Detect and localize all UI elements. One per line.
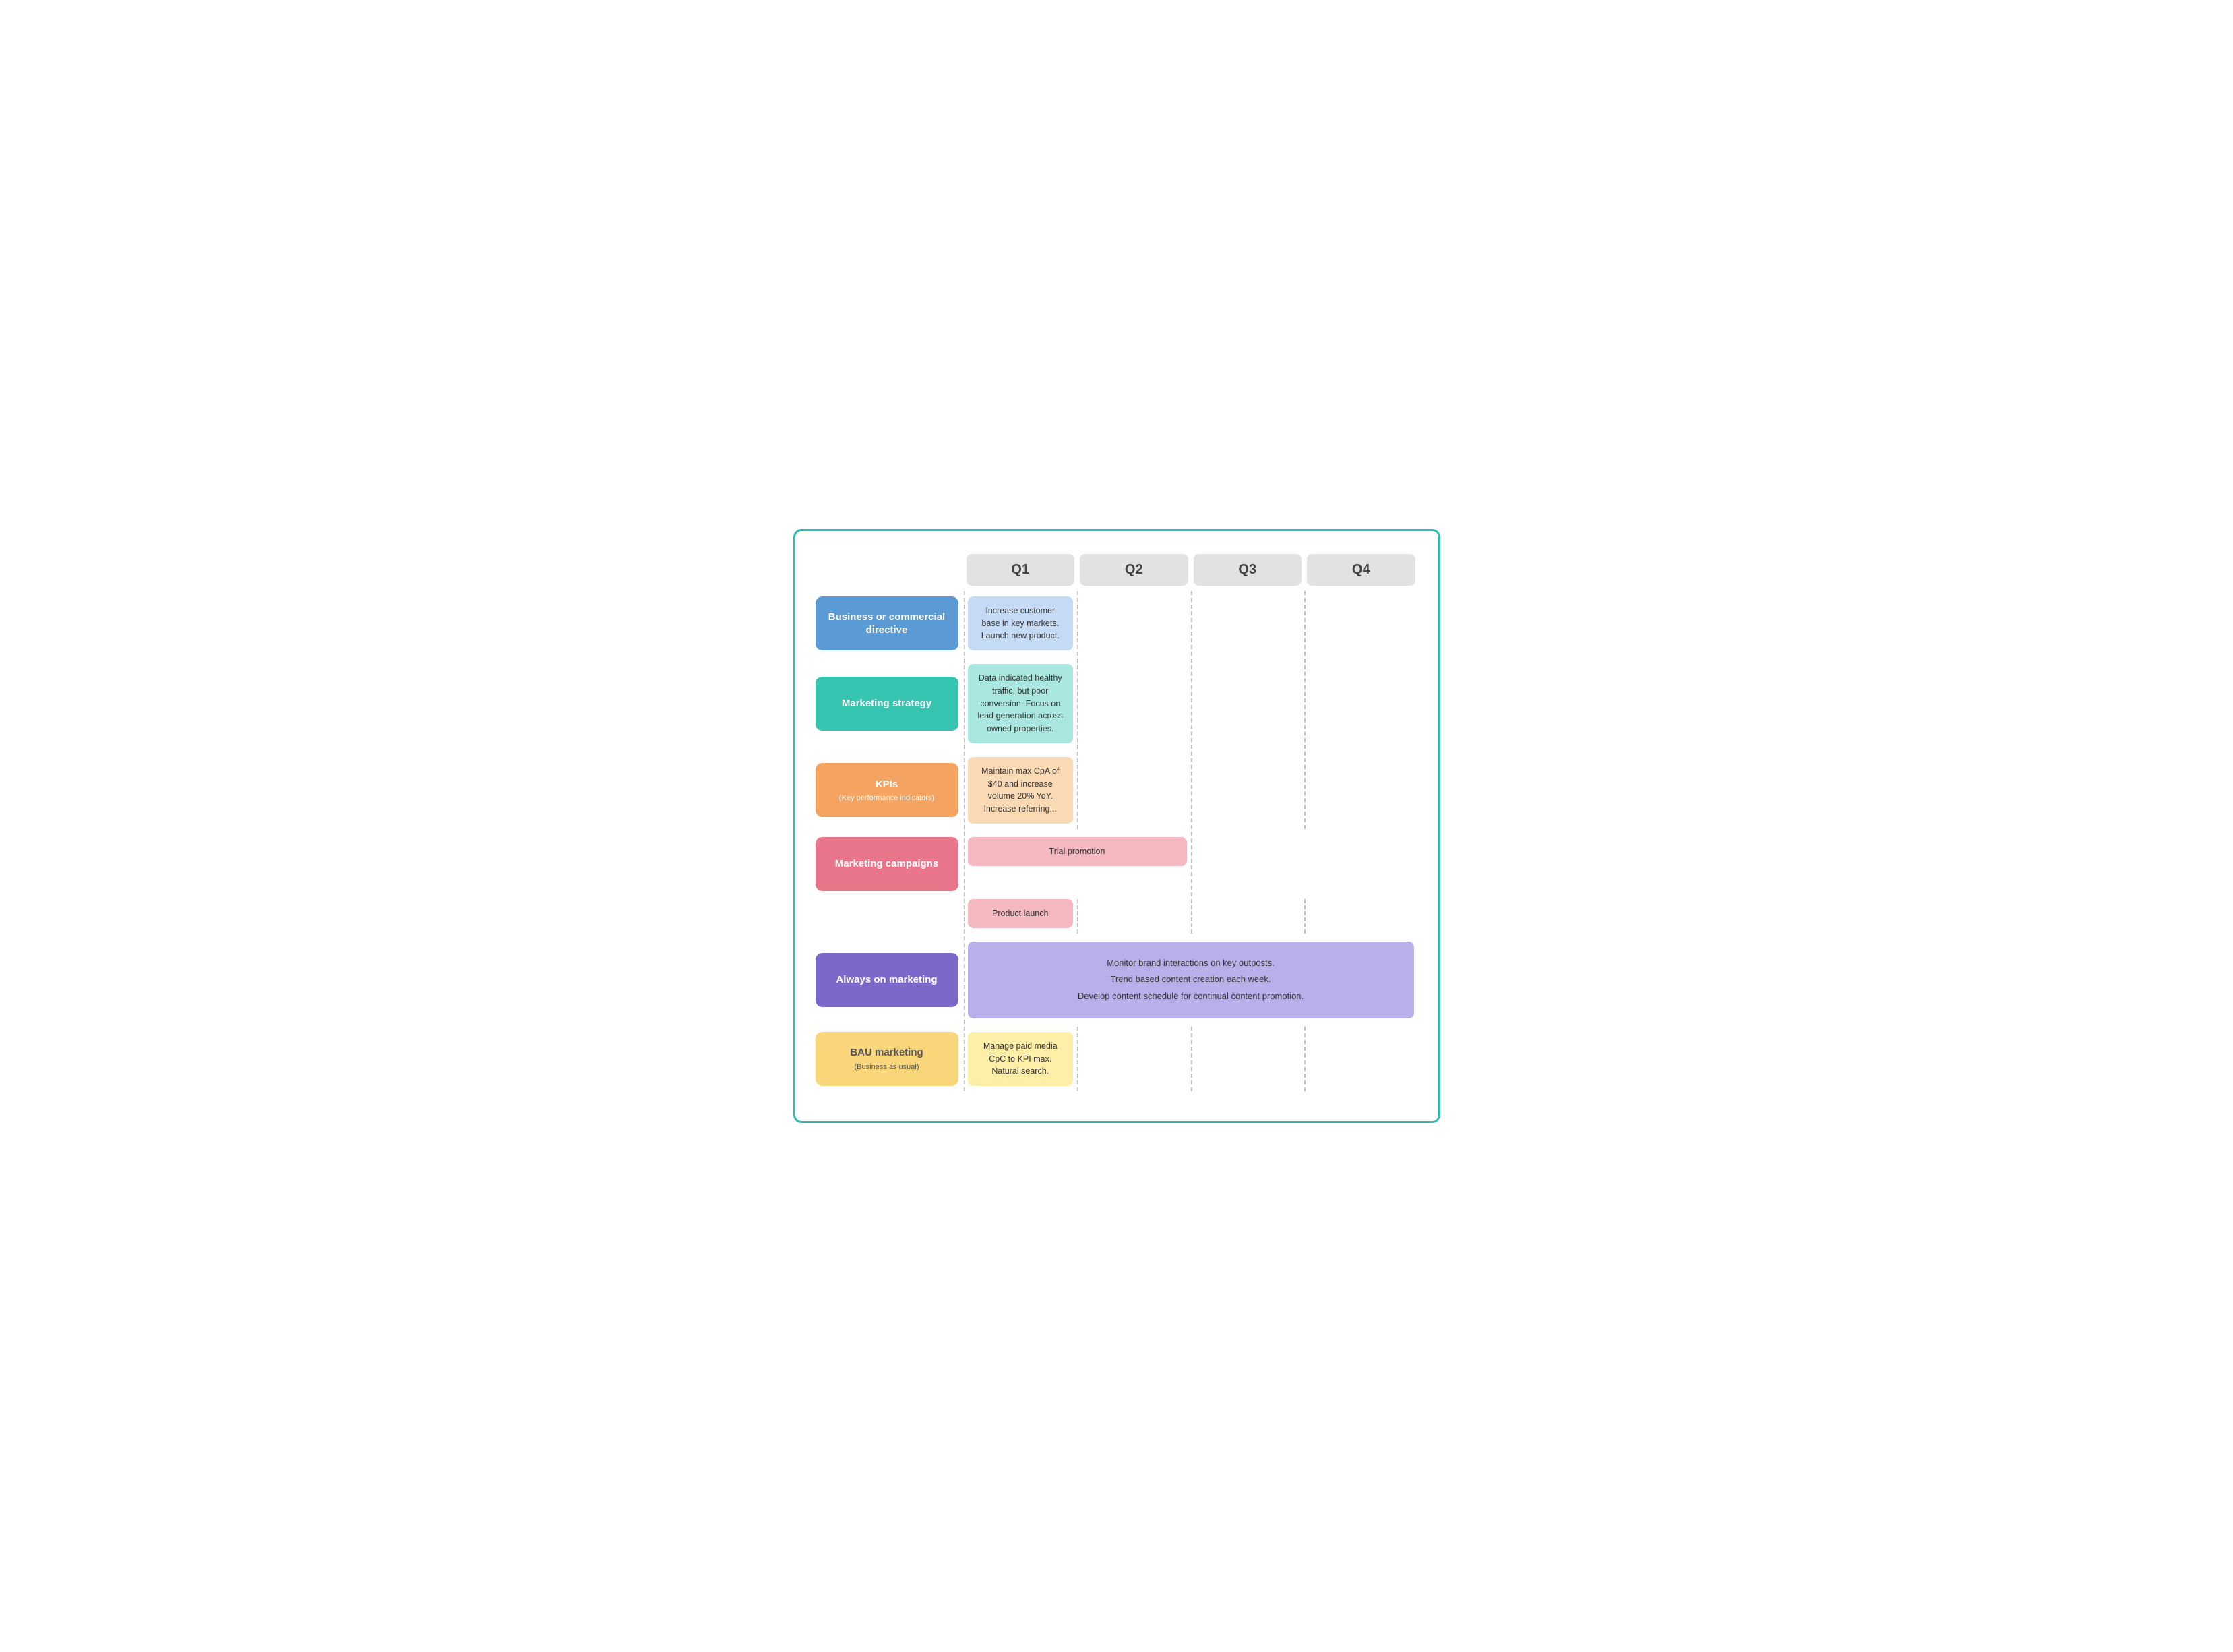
campaigns-product-area: Product launch	[964, 899, 1078, 934]
kpis-q4	[1304, 752, 1418, 829]
always-on-box: Monitor brand interactions on key outpos…	[968, 942, 1414, 1018]
bau-q4	[1304, 1027, 1418, 1091]
label-box-kpis: KPIs (Key performance indicators)	[816, 763, 958, 817]
label-always: Always on marketing	[816, 936, 964, 1024]
camp-q3-empty	[1191, 899, 1305, 934]
label-box-strategy: Marketing strategy	[816, 677, 958, 731]
kpis-q1: Maintain max CpA of $40 and increase vol…	[964, 752, 1078, 829]
bau-q2	[1077, 1027, 1191, 1091]
trial-promotion-box: Trial promotion	[968, 837, 1187, 866]
header-empty	[816, 551, 964, 591]
strategy-q1: Data indicated healthy traffic, but poor…	[964, 659, 1078, 749]
kpis-q1-box: Maintain max CpA of $40 and increase vol…	[968, 757, 1074, 824]
strategy-q1-box: Data indicated healthy traffic, but poor…	[968, 664, 1074, 743]
business-q1: Increase customer base in key markets. L…	[964, 591, 1078, 656]
always-content-area: Monitor brand interactions on key outpos…	[964, 936, 1418, 1024]
q3-header: Q3	[1194, 554, 1302, 586]
strategy-q3	[1191, 659, 1305, 749]
label-box-bau: BAU marketing (Business as usual)	[816, 1032, 958, 1086]
strategy-q4	[1304, 659, 1418, 749]
row-business: Business or commercial directive Increas…	[816, 591, 1418, 656]
label-bau: BAU marketing (Business as usual)	[816, 1027, 964, 1091]
label-kpis: KPIs (Key performance indicators)	[816, 752, 964, 829]
business-q1-box: Increase customer base in key markets. L…	[968, 596, 1074, 650]
camp-q4-empty	[1304, 899, 1418, 934]
bau-q1: Manage paid media CpC to KPI max. Natura…	[964, 1027, 1078, 1091]
product-launch-box: Product launch	[968, 899, 1074, 928]
bau-q1-box: Manage paid media CpC to KPI max. Natura…	[968, 1032, 1074, 1086]
business-q2	[1077, 591, 1191, 656]
campaigns-label-spacer	[816, 899, 964, 934]
label-box-business: Business or commercial directive	[816, 596, 958, 650]
header-row: Q1 Q2 Q3 Q4	[816, 551, 1418, 591]
kpis-q2	[1077, 752, 1191, 829]
row-strategy: Marketing strategy Data indicated health…	[816, 659, 1418, 749]
label-business: Business or commercial directive	[816, 591, 964, 656]
row-campaigns-product: Product launch	[816, 899, 1418, 934]
label-box-always: Always on marketing	[816, 953, 958, 1007]
label-box-campaigns: Marketing campaigns	[816, 837, 958, 891]
kpis-q3	[1191, 752, 1305, 829]
campaigns-empty	[1191, 832, 1418, 896]
business-q4	[1304, 591, 1418, 656]
chart-wrapper: Q1 Q2 Q3 Q4 Business or commercial direc…	[793, 529, 1440, 1123]
bau-q3	[1191, 1027, 1305, 1091]
campaigns-trial-area: Trial promotion	[964, 832, 1191, 896]
camp-q2-empty	[1077, 899, 1191, 934]
label-strategy: Marketing strategy	[816, 659, 964, 749]
row-kpis: KPIs (Key performance indicators) Mainta…	[816, 752, 1418, 829]
data-rows: Business or commercial directive Increas…	[816, 591, 1418, 1094]
row-bau: BAU marketing (Business as usual) Manage…	[816, 1027, 1418, 1091]
q1-header: Q1	[967, 554, 1075, 586]
label-campaigns: Marketing campaigns	[816, 832, 964, 896]
row-campaigns: Marketing campaigns Trial promotion	[816, 832, 1418, 896]
row-always: Always on marketing Monitor brand intera…	[816, 936, 1418, 1024]
strategy-q2	[1077, 659, 1191, 749]
q2-header: Q2	[1080, 554, 1188, 586]
business-q3	[1191, 591, 1305, 656]
q4-header: Q4	[1307, 554, 1415, 586]
